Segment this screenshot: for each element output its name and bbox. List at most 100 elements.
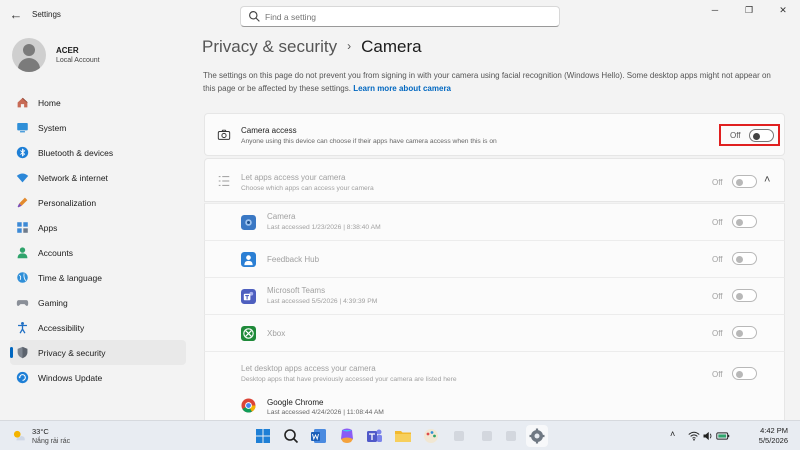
app-name: Feedback Hub [267, 255, 320, 264]
monitor-icon [17, 123, 28, 133]
sidebar-item-system[interactable]: System [10, 115, 186, 140]
copilot-icon[interactable] [336, 425, 358, 447]
app-toggle[interactable] [732, 289, 757, 302]
let-apps-state: Off [712, 178, 723, 187]
app-state: Off [712, 292, 723, 301]
sidebar-item-personalization[interactable]: Personalization [10, 190, 186, 215]
let-apps-toggle[interactable] [732, 175, 757, 188]
battery-icon[interactable] [716, 430, 730, 442]
start-icon[interactable] [252, 425, 274, 447]
app-detail: Last accessed 4/24/2026 | 11:08:44 AM [267, 409, 384, 416]
sidebar-item-label: Gaming [38, 298, 68, 308]
volume-icon[interactable] [702, 430, 714, 442]
app-detail: Last accessed 1/23/2026 | 8:38:40 AM [267, 224, 381, 231]
tray-overflow-chevron-icon[interactable]: ˄ [670, 429, 675, 439]
app-name: Xbox [267, 329, 286, 338]
search-input[interactable] [265, 9, 545, 25]
app-name: Camera [267, 212, 296, 221]
app-toggle[interactable] [732, 252, 757, 265]
breadcrumb-parent[interactable]: Privacy & security [202, 37, 337, 56]
learn-more-link[interactable]: Learn more about camera [353, 84, 451, 93]
let-apps-access-card: Let apps access your camera Choose which… [204, 158, 785, 202]
teams-icon[interactable] [364, 425, 386, 447]
camera-app-icon [241, 215, 256, 230]
search-icon [249, 11, 260, 22]
person-icon [17, 247, 28, 259]
sidebar-item-label: Bluetooth & devices [38, 148, 114, 158]
desktop-apps-toggle[interactable] [732, 367, 757, 380]
desktop-apps-title: Let desktop apps access your camera [241, 364, 376, 373]
sidebar-item-gaming[interactable]: Gaming [10, 290, 186, 315]
app-row-xbox: Xbox Off [204, 314, 785, 351]
word-icon[interactable] [308, 425, 330, 447]
file-explorer-icon[interactable] [392, 425, 414, 447]
window-controls: ─ ❐ ✕ [698, 0, 800, 20]
apps-icon [17, 222, 28, 233]
sidebar-item-label: Accessibility [38, 323, 85, 333]
minimize-button[interactable]: ─ [698, 0, 732, 20]
bluetooth-icon [16, 146, 29, 159]
sidebar-item-network[interactable]: Network & internet [10, 165, 186, 190]
app-state: Off [712, 329, 723, 338]
title-bar: ← Settings ─ ❐ ✕ [0, 0, 800, 32]
weather-temp: 33°C [32, 427, 49, 436]
sidebar-nav: Home System Bluetooth & devices Network … [10, 90, 186, 390]
search-box[interactable] [240, 6, 560, 27]
app-row-camera: Camera Last accessed 1/23/2026 | 8:38:40… [204, 203, 785, 240]
app-state: Off [712, 218, 723, 227]
feedback-hub-icon [241, 252, 256, 267]
sidebar-item-accounts[interactable]: Accounts [10, 240, 186, 265]
maximize-button[interactable]: ❐ [732, 0, 766, 20]
sidebar-item-accessibility[interactable]: Accessibility [10, 315, 186, 340]
shield-icon [17, 346, 28, 359]
app-toggle[interactable] [732, 326, 757, 339]
app-placeholder-icon[interactable] [500, 425, 522, 447]
weather-condition: Nắng rải rác [32, 438, 71, 445]
app-state: Off [712, 255, 723, 264]
paint-app-icon[interactable] [420, 425, 442, 447]
sidebar-item-windows-update[interactable]: Windows Update [10, 365, 186, 390]
close-button[interactable]: ✕ [766, 0, 800, 20]
app-row-feedback-hub: Feedback Hub Off [204, 240, 785, 277]
camera-access-subtitle: Anyone using this device can choose if t… [241, 138, 497, 145]
camera-access-toggle[interactable] [749, 129, 774, 142]
clock[interactable]: 4:42 PM 5/5/2026 [759, 426, 788, 446]
settings-app-icon[interactable] [526, 425, 548, 447]
page-description: The settings on this page do not prevent… [203, 70, 785, 95]
chevron-right-icon: › [347, 39, 352, 53]
app-toggle[interactable] [732, 215, 757, 228]
back-arrow-icon[interactable]: ← [8, 7, 24, 23]
description-text: The settings on this page do not prevent… [203, 71, 771, 93]
list-icon [218, 176, 230, 186]
search-icon[interactable] [280, 425, 302, 447]
globe-icon [17, 272, 28, 283]
app-placeholder-icon[interactable] [476, 425, 498, 447]
chevron-up-icon[interactable]: ˄ [764, 174, 770, 186]
let-apps-subtitle: Choose which apps can access your camera [241, 185, 374, 192]
sidebar-item-privacy-security[interactable]: Privacy & security [10, 340, 186, 365]
sidebar-item-label: Windows Update [38, 373, 103, 383]
page-title: Camera [361, 37, 422, 56]
taskbar: 33°C Nắng rải rác ˄ 4:42 PM 5/5/2026 [0, 420, 800, 450]
update-icon [16, 371, 29, 384]
app-placeholder-icon[interactable] [448, 425, 470, 447]
desktop-apps-subtitle: Desktop apps that have previously access… [241, 376, 457, 383]
brush-icon [17, 197, 28, 208]
teams-icon [241, 289, 256, 304]
sidebar-item-label: Apps [38, 223, 58, 233]
desktop-apps-state: Off [712, 370, 723, 379]
wifi-icon [16, 173, 29, 183]
app-name: Microsoft Teams [267, 286, 326, 295]
wifi-icon[interactable] [688, 430, 700, 442]
sidebar-item-apps[interactable]: Apps [10, 215, 186, 240]
sidebar-item-home[interactable]: Home [10, 90, 186, 115]
sidebar-item-time-language[interactable]: Time & language [10, 265, 186, 290]
xbox-icon [241, 326, 256, 341]
camera-icon [217, 129, 231, 140]
avatar [12, 38, 46, 72]
sidebar-item-bluetooth[interactable]: Bluetooth & devices [10, 140, 186, 165]
profile-account-type: Local Account [56, 57, 100, 64]
app-name: Google Chrome [267, 398, 324, 407]
profile-name: ACER [56, 46, 79, 55]
clock-date: 5/5/2026 [758, 436, 788, 445]
